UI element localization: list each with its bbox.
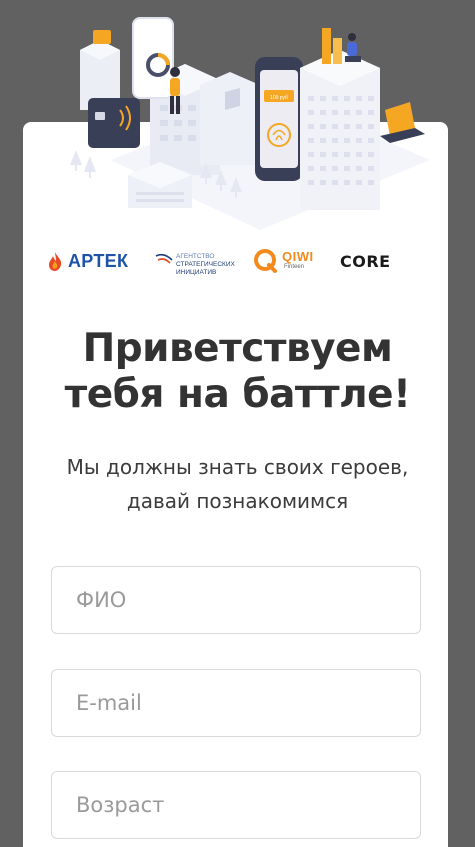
building-middle (200, 72, 260, 165)
core-logo: CORE (340, 238, 391, 284)
asi-swoosh-icon (155, 253, 173, 264)
page: 100 руб АРТЕК АГЕНТСТВО СТРАТЕГИЧЕСКИХ И… (0, 0, 475, 847)
flame-icon (49, 252, 62, 271)
asi-line-2: СТРАТЕГИЧЕСКИХ (176, 261, 235, 268)
asi-line-3: ИНИЦИАТИВ (176, 269, 217, 276)
partner-logos: АРТЕК АГЕНТСТВО СТРАТЕГИЧЕСКИХ ИНИЦИАТИВ… (0, 238, 475, 284)
qiwi-logo: QIWI Finteen (253, 238, 314, 284)
qiwi-logo-text: QIWI (282, 248, 314, 264)
asi-line-1: АГЕНТСТВО (176, 253, 215, 260)
asi-logo: АГЕНТСТВО СТРАТЕГИЧЕСКИХ ИНИЦИАТИВ (154, 238, 235, 284)
building-right-tall (300, 28, 380, 210)
core-logo-text: CORE (340, 251, 391, 271)
page-subtitle-line-2: давай познакомимся (126, 489, 349, 513)
qiwi-circle-icon (254, 249, 277, 273)
artek-logo-text: АРТЕК (68, 250, 129, 271)
phone-amount: 100 руб (270, 95, 288, 101)
page-subtitle: Мы должны знать своих героев, давай позн… (0, 450, 475, 518)
page-title-line-2: тебя на баттле! (64, 372, 411, 417)
page-subtitle-line-1: Мы должны знать своих героев, (66, 455, 409, 479)
phone-chart-illustration (132, 17, 174, 99)
bank-card-illustration (88, 98, 140, 148)
laptop-illustration (380, 102, 425, 143)
artek-logo: АРТЕК (44, 238, 128, 284)
hero-illustration: 100 руб (70, 17, 430, 230)
page-title: Приветствуем тебя на баттле! (0, 326, 475, 418)
qiwi-logo-subtext: Finteen (284, 263, 305, 270)
phone-payment-illustration: 100 руб (255, 57, 303, 181)
age-input[interactable] (51, 771, 421, 839)
email-input[interactable] (51, 669, 421, 737)
page-title-line-1: Приветствуем (82, 326, 393, 371)
fio-input[interactable] (51, 566, 421, 634)
